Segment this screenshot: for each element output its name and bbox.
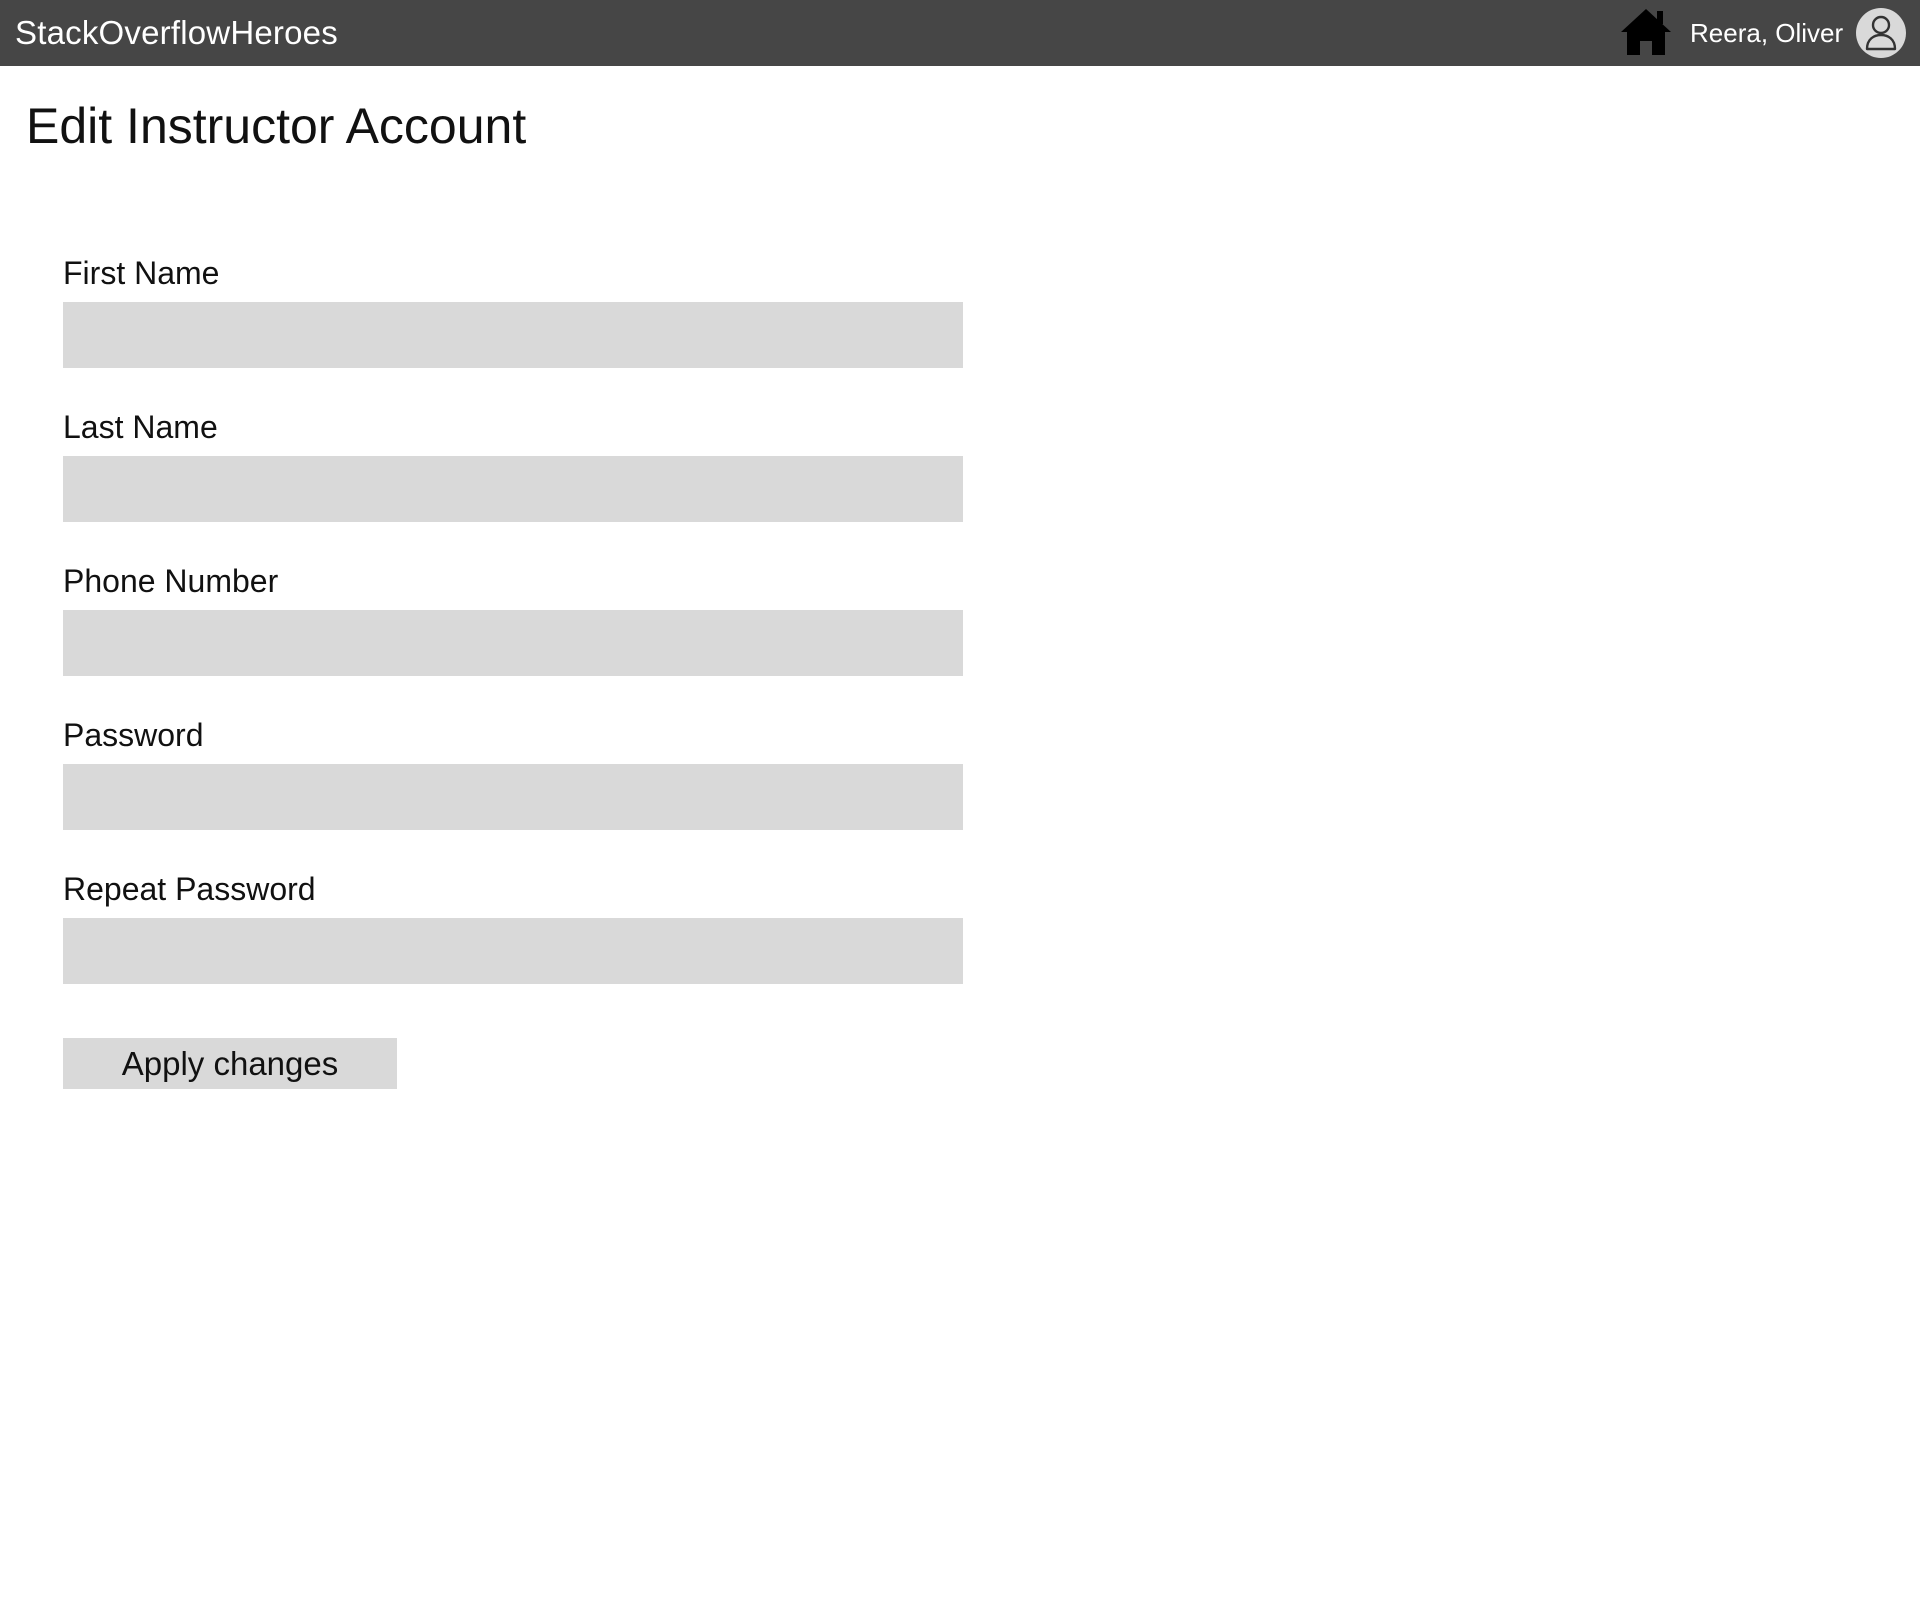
phone-number-field[interactable] [63, 610, 963, 676]
first-name-label: First Name [63, 255, 220, 291]
password-label: Password [63, 717, 204, 753]
page-title: Edit Instructor Account [26, 98, 527, 154]
last-name-field[interactable] [63, 456, 963, 522]
repeat-password-label: Repeat Password [63, 871, 316, 907]
phone-number-label: Phone Number [63, 563, 279, 599]
home-icon[interactable] [1619, 7, 1673, 57]
app-title[interactable]: StackOverflowHeroes [15, 14, 338, 52]
apply-changes-button[interactable]: Apply changes [63, 1038, 397, 1089]
password-field[interactable] [63, 764, 963, 830]
last-name-label: Last Name [63, 409, 218, 445]
repeat-password-field[interactable] [63, 918, 963, 984]
user-avatar-icon[interactable] [1856, 8, 1906, 58]
first-name-field[interactable] [63, 302, 963, 368]
current-user-name: Reera, Oliver [1690, 18, 1844, 48]
top-navigation-bar: StackOverflowHeroes Reera, Oliver [0, 0, 1920, 66]
